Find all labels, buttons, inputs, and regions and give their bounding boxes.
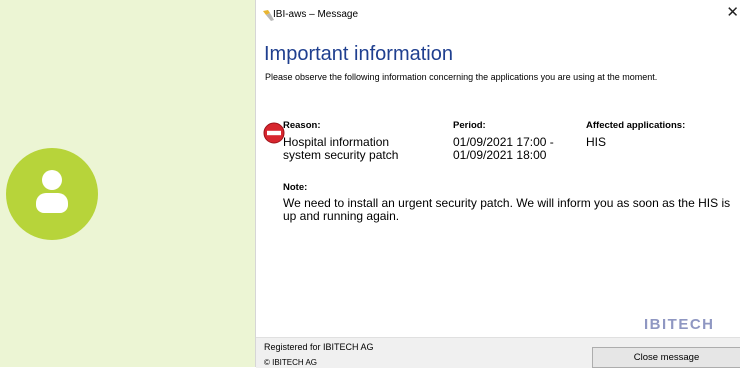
ibitech-logo: IBITECH <box>644 316 715 330</box>
logo-text: IBITECH <box>644 316 715 330</box>
affected-apps-value: HIS <box>586 135 607 149</box>
period-label: Period: <box>453 120 486 131</box>
user-avatar-icon[interactable] <box>6 148 98 240</box>
note-label: Note: <box>283 182 308 193</box>
page-title: Important information <box>264 43 453 65</box>
period-value: 01/09/2021 17:00 - 01/09/2021 18:00 <box>453 136 554 162</box>
avatar-body <box>36 193 68 213</box>
avatar-head <box>42 170 62 190</box>
message-window: IBI-aws – Message ✕ Important informatio… <box>255 0 740 368</box>
close-message-button[interactable]: Close message <box>592 347 740 368</box>
registered-text: Registered for IBITECH AG <box>264 342 374 352</box>
title-bar[interactable]: IBI-aws – Message ✕ <box>256 0 740 30</box>
window-title: IBI-aws – Message <box>273 9 359 20</box>
copyright-text: © IBITECH AG <box>264 358 318 367</box>
affected-apps-label: Affected applications: <box>586 120 686 131</box>
subtitle: Please observe the following information… <box>265 72 658 82</box>
reason-value: Hospital information system security pat… <box>283 135 399 162</box>
close-icon[interactable]: ✕ <box>726 5 739 20</box>
stop-icon <box>263 122 285 144</box>
footer: Registered for IBITECH AG © IBITECH AG C… <box>256 337 740 368</box>
reason-label: Reason: <box>283 120 321 131</box>
left-pane <box>0 0 255 367</box>
note-text: We need to install an urgent security pa… <box>283 196 731 223</box>
period-end: 01/09/2021 18:00 <box>453 148 547 162</box>
